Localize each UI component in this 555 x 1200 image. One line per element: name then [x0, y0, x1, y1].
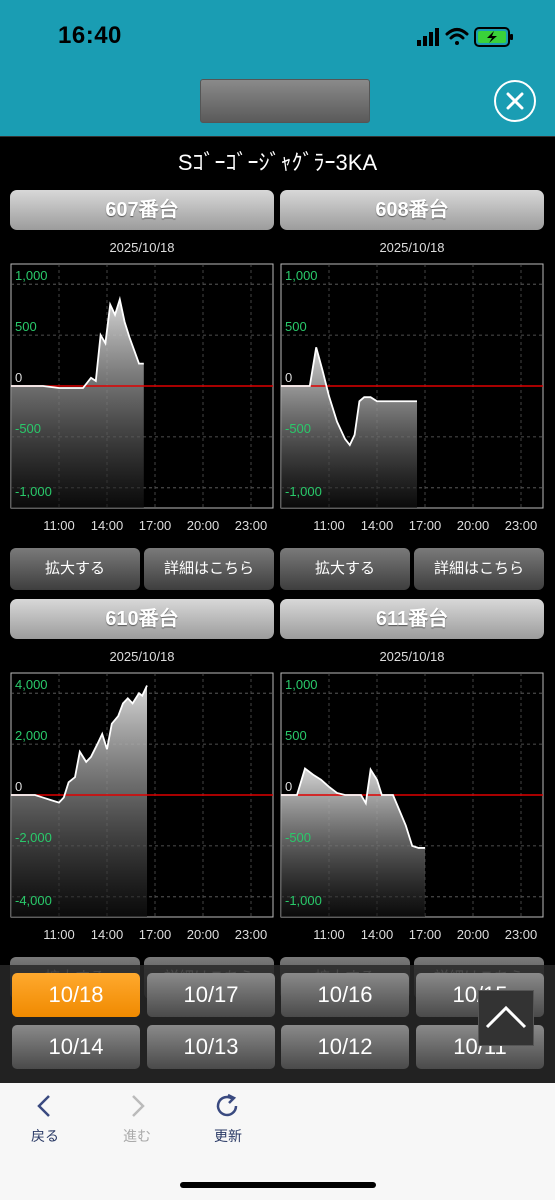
x-tick-label: 14:00: [361, 518, 394, 533]
x-tick-label: 23:00: [235, 927, 268, 942]
machine-chart: 1,000 500 0 -500 -1,000 11:00 14:00 17:00 20:00 2…: [10, 263, 274, 533]
status-icons: [417, 27, 513, 47]
chevron-up-icon: [485, 1005, 527, 1029]
reload-label: 更新: [214, 1128, 242, 1144]
y-tick-label: 500: [15, 319, 37, 334]
date-button[interactable]: 10/14: [12, 1025, 140, 1069]
home-indicator: [180, 1182, 376, 1188]
machine-title[interactable]: 607番台: [10, 190, 274, 230]
x-tick-label: 23:00: [235, 518, 268, 533]
x-tick-label: 17:00: [409, 927, 442, 942]
y-tick-label: -500: [285, 421, 311, 436]
detail-button[interactable]: 詳細はこちら: [144, 548, 274, 590]
forward-button[interactable]: 進む: [102, 1093, 172, 1146]
reload-icon: [216, 1093, 238, 1117]
y-tick-label: 0: [285, 779, 292, 794]
x-tick-label: 17:00: [409, 518, 442, 533]
machine-chart: 1,000 500 0 -500 -1,000 11:00 14:00 17:00 20:00 2…: [280, 263, 544, 533]
x-tick-label: 20:00: [187, 518, 220, 533]
y-tick-label: 4,000: [15, 677, 48, 692]
back-button[interactable]: 戻る: [10, 1093, 80, 1146]
x-tick-label: 23:00: [505, 518, 538, 533]
scroll-top-button[interactable]: [478, 990, 534, 1046]
machine-chart: 1,000 500 0 -500 -1,000 11:00 14:00 17:00 20:00 2…: [280, 672, 544, 942]
y-tick-label: -1,000: [285, 484, 322, 499]
x-tick-label: 17:00: [139, 518, 172, 533]
browser-toolbar: 戻る 進む 更新: [0, 1083, 555, 1200]
y-tick-label: -1,000: [15, 484, 52, 499]
machine-panel: 610番台 2025/10/18 4,000 2,000 0 -2,000 -4,000…: [10, 599, 276, 1019]
x-tick-label: 11:00: [313, 927, 345, 942]
chevron-left-icon: [37, 1095, 50, 1117]
x-tick-label: 17:00: [139, 927, 172, 942]
y-tick-label: -2,000: [15, 830, 52, 845]
machine-title[interactable]: 610番台: [10, 599, 274, 639]
machine-title[interactable]: 608番台: [280, 190, 544, 230]
machine-panel: 608番台 2025/10/18 1,000 500 0 -500 -1,000 11:0…: [280, 190, 546, 610]
x-tick-label: 14:00: [361, 927, 394, 942]
zoom-button[interactable]: 拡大する: [10, 548, 140, 590]
y-tick-label: 500: [285, 319, 307, 334]
machine-title[interactable]: 611番台: [280, 599, 544, 639]
detail-button[interactable]: 詳細はこちら: [414, 548, 544, 590]
x-tick-label: 20:00: [457, 927, 490, 942]
y-tick-label: 0: [15, 779, 22, 794]
y-tick-label: -4,000: [15, 893, 52, 908]
battery-icon: [474, 27, 513, 47]
close-icon: [506, 92, 524, 110]
close-button[interactable]: [494, 80, 536, 122]
x-tick-label: 20:00: [187, 927, 220, 942]
status-bar: 16:40: [0, 0, 555, 70]
x-tick-label: 23:00: [505, 927, 538, 942]
y-tick-label: 1,000: [15, 268, 48, 283]
reload-button[interactable]: 更新: [193, 1093, 263, 1146]
x-tick-label: 20:00: [457, 518, 490, 533]
chart-date: 2025/10/18: [379, 649, 445, 664]
x-tick-label: 14:00: [91, 518, 124, 533]
x-tick-label: 11:00: [313, 518, 345, 533]
x-tick-label: 11:00: [43, 927, 75, 942]
chart-date: 2025/10/18: [379, 240, 445, 255]
y-tick-label: 2,000: [15, 728, 48, 743]
machine-chart: 4,000 2,000 0 -2,000 -4,000 11:00 14:00 17:00 20…: [10, 672, 274, 942]
y-tick-label: 500: [285, 728, 307, 743]
back-label: 戻る: [31, 1128, 59, 1144]
y-tick-label: 0: [15, 370, 22, 385]
signal-icon: [417, 28, 439, 46]
chevron-right-icon: [132, 1095, 145, 1117]
status-time: 16:40: [58, 22, 122, 49]
zoom-button[interactable]: 拡大する: [280, 548, 410, 590]
wifi-icon: [445, 28, 469, 45]
y-tick-label: 0: [285, 370, 292, 385]
chart-date: 2025/10/18: [109, 240, 175, 255]
y-tick-label: 1,000: [285, 268, 318, 283]
x-tick-label: 14:00: [91, 927, 124, 942]
y-tick-label: -500: [285, 830, 311, 845]
date-selector: 10/18 10/17 10/16 10/15 10/14 10/13 10/1…: [0, 965, 555, 1083]
date-button[interactable]: 10/17: [147, 973, 275, 1017]
chart-grid: 607番台 2025/10/18 1,000 500 0 -500 -1,000 11:0…: [0, 188, 555, 1083]
machine-panel: 611番台 2025/10/18 1,000 500 0 -500 -1,000 11:0…: [280, 599, 546, 1019]
date-button[interactable]: 10/16: [281, 973, 409, 1017]
app-header: [0, 70, 555, 136]
y-tick-label: 1,000: [285, 677, 318, 692]
x-tick-label: 11:00: [43, 518, 75, 533]
machine-panel: 607番台 2025/10/18 1,000 500 0 -500 -1,000 11:0…: [10, 190, 276, 610]
date-button[interactable]: 10/13: [147, 1025, 275, 1069]
date-button[interactable]: 10/12: [281, 1025, 409, 1069]
chart-date: 2025/10/18: [109, 649, 175, 664]
y-tick-label: -1,000: [285, 893, 322, 908]
date-button[interactable]: 10/18: [12, 973, 140, 1017]
forward-label: 進む: [123, 1128, 151, 1144]
banner-ad[interactable]: [200, 79, 370, 123]
page-title: Sｺﾞｰｺﾞｰｼﾞｬｸﾞﾗｰ3KA: [0, 136, 555, 190]
y-tick-label: -500: [15, 421, 41, 436]
